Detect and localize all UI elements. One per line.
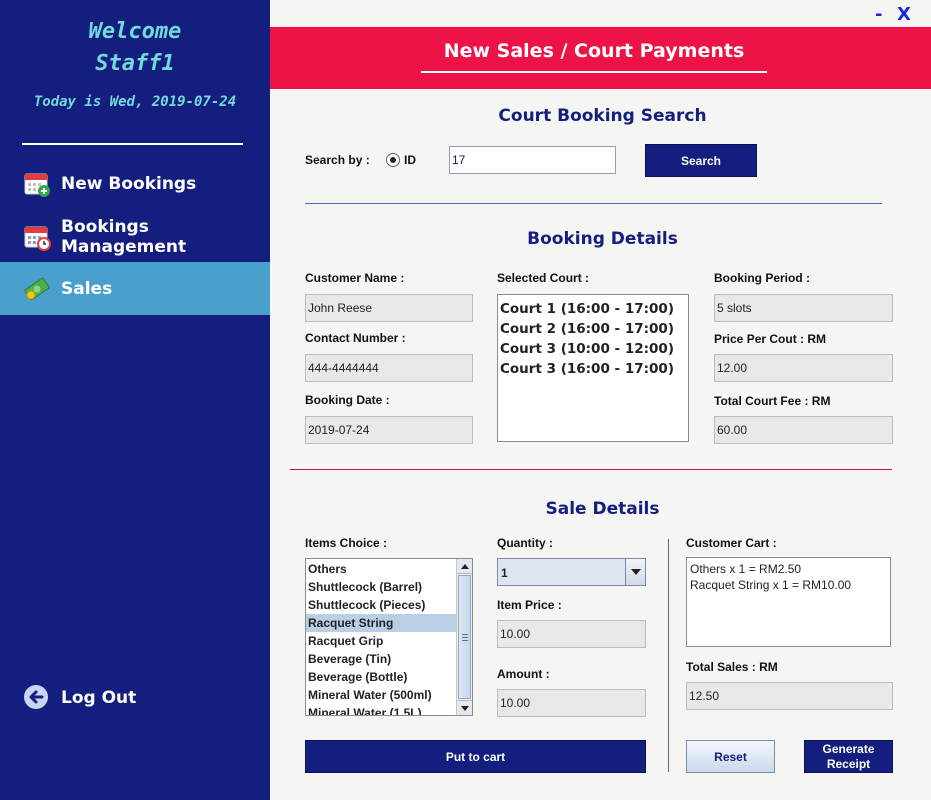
generate-receipt-line1: Generate: [822, 741, 875, 756]
sidebar-item-new-bookings[interactable]: New Bookings: [0, 157, 270, 210]
item-price-field[interactable]: 10.00: [497, 620, 646, 648]
list-item[interactable]: Others: [306, 560, 456, 578]
sidebar-divider: [22, 143, 243, 145]
close-button[interactable]: X: [897, 4, 911, 25]
search-section-title: Court Booking Search: [498, 106, 707, 126]
price-per-court-field[interactable]: 12.00: [714, 354, 893, 382]
booking-date-field[interactable]: 2019-07-24: [305, 416, 473, 444]
staff-name: Staff1: [95, 51, 175, 76]
welcome-text: Welcome: [88, 19, 182, 44]
list-item[interactable]: Court 3 (16:00 - 17:00): [498, 359, 688, 379]
list-item[interactable]: Shuttlecock (Pieces): [306, 596, 456, 614]
list-item[interactable]: Court 3 (10:00 - 12:00): [498, 339, 688, 359]
customer-cart-label: Customer Cart :: [686, 536, 777, 550]
scroll-up-icon[interactable]: [457, 559, 472, 574]
calendar-add-icon: [23, 170, 51, 198]
divider: [305, 203, 882, 204]
booking-section-title: Booking Details: [527, 229, 678, 249]
minimize-button[interactable]: -: [875, 4, 882, 25]
generate-receipt-line2: Receipt: [826, 756, 871, 771]
cart-line: Others x 1 = RM2.50: [690, 562, 802, 576]
total-sales-label: Total Sales : RM: [686, 660, 778, 674]
amount-field[interactable]: 10.00: [497, 689, 646, 717]
list-item[interactable]: Mineral Water (1.5L): [306, 704, 456, 715]
calendar-clock-icon: [23, 223, 51, 251]
price-per-court-label: Price Per Cout : RM: [714, 332, 827, 346]
list-item[interactable]: Beverage (Bottle): [306, 668, 456, 686]
list-item[interactable]: Beverage (Tin): [306, 650, 456, 668]
quantity-value: 1: [501, 566, 508, 580]
put-to-cart-button[interactable]: Put to cart: [305, 740, 646, 773]
list-item[interactable]: Shuttlecock (Barrel): [306, 578, 456, 596]
today-date: Today is Wed, 2019-07-24: [33, 94, 237, 110]
items-choice-label: Items Choice :: [305, 536, 388, 550]
booking-date-label: Booking Date :: [305, 393, 390, 407]
list-item[interactable]: Court 1 (16:00 - 17:00): [498, 299, 688, 319]
quantity-label: Quantity :: [497, 536, 553, 550]
money-icon: [23, 275, 51, 303]
back-arrow-icon: [23, 684, 51, 712]
list-item[interactable]: Racquet Grip: [306, 632, 456, 650]
list-item-selected[interactable]: Racquet String: [306, 614, 456, 632]
customer-name-label: Customer Name :: [305, 271, 405, 285]
item-price-label: Item Price :: [497, 598, 562, 612]
title-underline: [421, 71, 767, 73]
page-title: New Sales / Court Payments: [443, 40, 745, 62]
customer-name-field[interactable]: John Reese: [305, 294, 473, 322]
sidebar-item-label: New Bookings: [61, 173, 197, 194]
search-by-label: Search by :: [305, 153, 370, 167]
id-radio-label: ID: [404, 153, 416, 167]
total-court-fee-field[interactable]: 60.00: [714, 416, 893, 444]
booking-period-field[interactable]: 5 slots: [714, 294, 893, 322]
reset-button[interactable]: Reset: [686, 740, 775, 773]
search-button[interactable]: Search: [645, 144, 757, 177]
id-radio[interactable]: [386, 153, 400, 167]
amount-label: Amount :: [497, 667, 550, 681]
list-item[interactable]: Court 2 (16:00 - 17:00): [498, 319, 688, 339]
search-input[interactable]: 17: [449, 146, 616, 174]
selected-court-label: Selected Court :: [497, 271, 590, 285]
total-court-fee-label: Total Court Fee : RM: [714, 394, 831, 408]
contact-number-label: Contact Number :: [305, 331, 406, 345]
generate-receipt-button[interactable]: Generate Receipt: [804, 740, 893, 773]
scroll-down-icon[interactable]: [457, 700, 472, 715]
logout-label: Log Out: [61, 687, 137, 708]
sidebar-item-bookings-management[interactable]: Bookings Management: [0, 210, 270, 263]
items-choice-list[interactable]: Others Shuttlecock (Barrel) Shuttlecock …: [305, 558, 473, 716]
quantity-select[interactable]: 1: [497, 558, 646, 586]
booking-period-label: Booking Period :: [714, 271, 810, 285]
cart-line: Racquet String x 1 = RM10.00: [690, 578, 852, 592]
sale-section-title: Sale Details: [545, 499, 660, 519]
selected-court-list[interactable]: Court 1 (16:00 - 17:00) Court 2 (16:00 -…: [497, 294, 689, 442]
total-sales-field[interactable]: 12.50: [686, 682, 893, 710]
customer-cart-box[interactable]: Others x 1 = RM2.50 Racquet String x 1 =…: [686, 557, 891, 647]
contact-number-field[interactable]: 444-4444444: [305, 354, 473, 382]
sidebar-item-sales[interactable]: Sales: [0, 262, 270, 315]
list-item[interactable]: Mineral Water (500ml): [306, 686, 456, 704]
chevron-down-icon[interactable]: [625, 559, 645, 585]
vertical-divider: [668, 539, 669, 772]
divider: [290, 469, 892, 470]
items-scrollbar[interactable]: [456, 559, 472, 715]
sidebar-item-label: Bookings Management: [61, 216, 187, 257]
sidebar-item-label: Sales: [61, 278, 113, 299]
logout-button[interactable]: Log Out: [0, 671, 270, 724]
scroll-thumb[interactable]: [458, 575, 471, 699]
